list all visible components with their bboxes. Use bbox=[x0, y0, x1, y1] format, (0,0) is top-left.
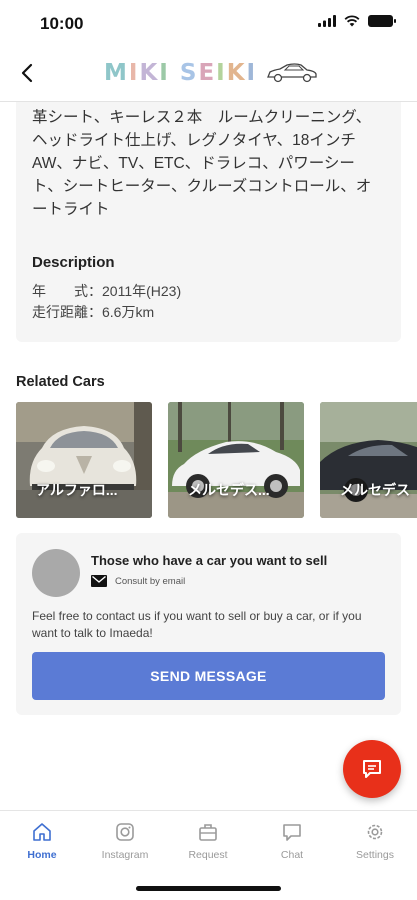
detail-content[interactable]: 革シート、キーレス２本 ルームクリーニング、ヘッドライト仕上げ、レグノタイヤ、1… bbox=[0, 102, 417, 810]
related-car-card[interactable]: アルファロ... bbox=[16, 402, 152, 518]
tab-instagram-label: Instagram bbox=[101, 849, 149, 861]
related-car-name: アルファロ... bbox=[36, 482, 118, 498]
chat-icon bbox=[283, 824, 301, 841]
tab-home[interactable]: Home bbox=[2, 821, 82, 861]
gear-icon bbox=[367, 824, 383, 840]
related-car-name: メルセデス bbox=[340, 482, 410, 498]
contact-email-row: Consult by email bbox=[91, 575, 185, 587]
bottom-tab-bar: Home Instagram Request Chat Settings bbox=[0, 810, 417, 900]
description-year: 年 式：2011年(H23) bbox=[32, 283, 182, 299]
tab-settings-label: Settings bbox=[356, 849, 394, 861]
car-photo-mercedes-silver bbox=[168, 402, 304, 518]
status-time: 10:00 bbox=[40, 14, 84, 33]
logo-text: MIKI SEIKI bbox=[104, 60, 258, 86]
tab-chat[interactable]: Chat bbox=[252, 821, 332, 861]
signal-icon bbox=[318, 15, 336, 27]
tab-request-label: Request bbox=[188, 849, 228, 861]
chat-bubble-icon bbox=[363, 760, 381, 778]
tab-instagram[interactable]: Instagram bbox=[85, 821, 165, 861]
battery-icon bbox=[368, 15, 396, 27]
chat-fab-button[interactable] bbox=[343, 740, 401, 798]
status-bar: 10:00 bbox=[0, 0, 417, 46]
description-card: Description 年 式：2011年(H23) 走行距離：6.6万km bbox=[16, 240, 401, 342]
avatar bbox=[32, 549, 80, 597]
nav-bar: MIKI SEIKI bbox=[0, 46, 417, 102]
tab-settings[interactable]: Settings bbox=[335, 821, 415, 861]
related-car-card[interactable]: メルセデス... bbox=[168, 402, 304, 518]
brand-logo: MIKI SEIKI bbox=[104, 60, 319, 86]
related-car-name: メルセデス... bbox=[188, 482, 270, 498]
mail-icon bbox=[91, 575, 107, 587]
contact-card: Those who have a car you want to sell Co… bbox=[16, 533, 401, 715]
related-cars-list[interactable]: アルファロ... メルセデス... メルセデス bbox=[16, 402, 417, 518]
back-button[interactable] bbox=[12, 58, 42, 88]
description-mileage: 走行距離：6.6万km bbox=[32, 304, 155, 320]
car-logo-icon bbox=[267, 63, 317, 83]
car-photo-mercedes-dark bbox=[320, 402, 417, 518]
instagram-icon bbox=[116, 823, 134, 841]
status-icons bbox=[318, 15, 396, 27]
car-photo-alfa bbox=[16, 402, 152, 518]
send-message-button[interactable]: SEND MESSAGE bbox=[32, 652, 385, 700]
features-text: 革シート、キーレス２本 ルームクリーニング、ヘッドライト仕上げ、レグノタイヤ、1… bbox=[32, 109, 372, 218]
home-icon bbox=[33, 823, 51, 841]
tab-chat-label: Chat bbox=[280, 849, 304, 861]
tab-request[interactable]: Request bbox=[168, 821, 248, 861]
tab-home-label: Home bbox=[27, 849, 57, 861]
briefcase-icon bbox=[199, 824, 217, 841]
contact-body: Feel free to contact us if you want to s… bbox=[32, 609, 362, 640]
description-title: Description bbox=[32, 254, 115, 271]
contact-title: Those who have a car you want to sell bbox=[91, 553, 328, 568]
back-arrow-icon bbox=[21, 63, 33, 83]
wifi-icon bbox=[344, 15, 360, 27]
contact-email-label: Consult by email bbox=[115, 575, 186, 587]
related-cars-title: Related Cars bbox=[16, 374, 105, 390]
home-indicator bbox=[136, 886, 281, 891]
related-car-card[interactable]: メルセデス bbox=[320, 402, 417, 518]
